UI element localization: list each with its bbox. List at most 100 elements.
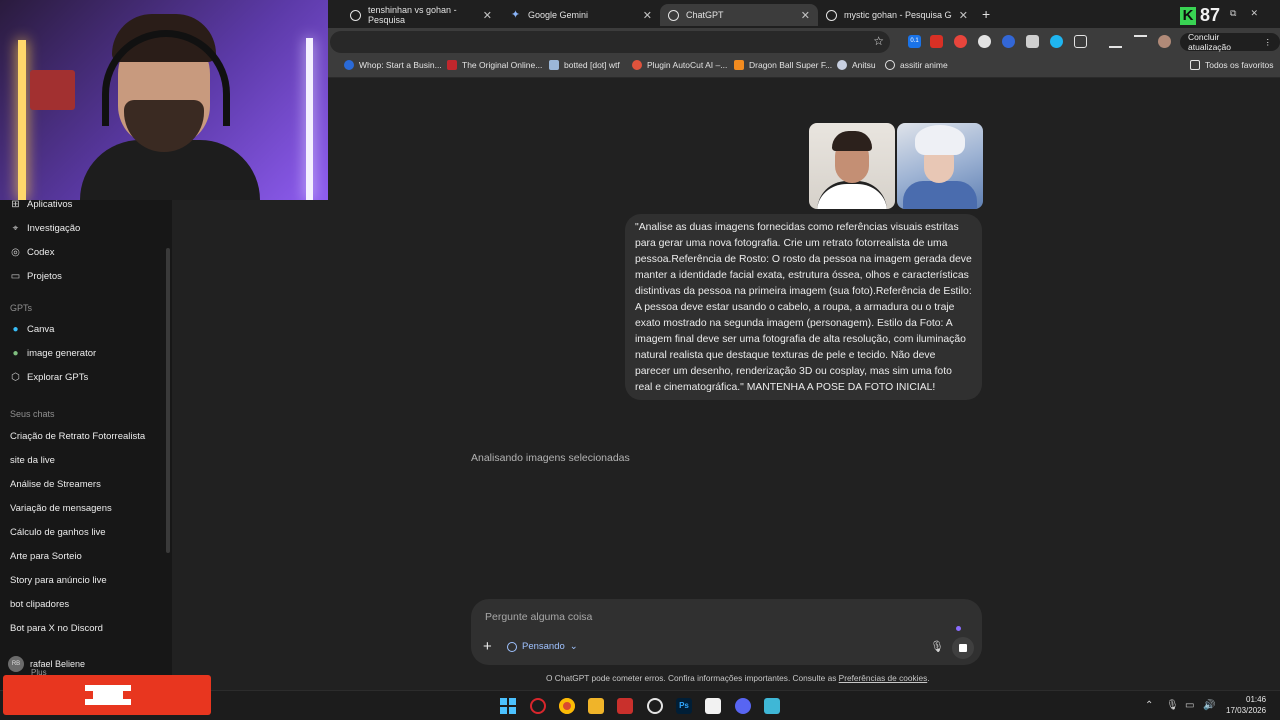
cube-icon: ⬡ <box>11 372 20 383</box>
add-attachment-button[interactable]: + <box>483 638 492 655</box>
bookmark-item[interactable]: Whop: Start a Busin... <box>344 60 442 70</box>
sidebar-item-aplicativos[interactable]: ⊞ Aplicativos <box>10 199 72 210</box>
chat-item[interactable]: Bot para X no Discord <box>10 623 103 634</box>
tab-mystic-gohan[interactable]: mystic gohan - Pesquisa Googl ✕ <box>818 4 976 26</box>
sidebar-item-canva[interactable]: ● Canva <box>10 324 54 335</box>
sidebar-item-projetos[interactable]: ▭ Projetos <box>10 271 62 282</box>
sidebar-item-label: Projetos <box>27 271 62 282</box>
chat-item[interactable]: Cálculo de ganhos live <box>10 527 106 538</box>
notepad-icon[interactable] <box>764 698 780 714</box>
clock-time: 01:46 <box>1246 695 1267 704</box>
stop-icon <box>959 644 967 652</box>
chat-item[interactable]: Criação de Retrato Fotorrealista <box>10 431 145 442</box>
bookmark-item[interactable]: Anitsu <box>837 60 876 70</box>
tab-tenshinhan[interactable]: tenshinhan vs gohan - Pesquisa ✕ <box>342 4 500 26</box>
chrome-icon[interactable] <box>559 698 575 714</box>
windows-start-icon[interactable] <box>500 698 516 714</box>
overlay-logo <box>85 685 131 705</box>
sidebar-item-label: Codex <box>27 247 55 258</box>
discord-icon[interactable] <box>735 698 751 714</box>
close-icon[interactable]: ✕ <box>643 9 652 22</box>
update-button[interactable]: Concluir atualização ⋮ <box>1180 32 1280 52</box>
mode-label: Pensando <box>522 641 565 652</box>
more-icon[interactable]: ⋮ <box>1264 37 1273 48</box>
puzzle-icon[interactable] <box>1074 35 1087 48</box>
extension-icon[interactable] <box>1026 35 1039 48</box>
sidebar-item-image-generator[interactable]: ● image generator <box>10 348 96 359</box>
folder-icon <box>1190 60 1200 70</box>
tab-chatgpt[interactable]: ChatGPT ✕ <box>660 4 818 26</box>
extension-icon[interactable] <box>1002 35 1015 48</box>
capcut-icon[interactable] <box>705 698 721 714</box>
all-favorites-button[interactable]: Todos os favoritos <box>1190 60 1274 70</box>
photoshop-icon[interactable]: Ps <box>676 698 692 714</box>
bookmark-item[interactable]: Dragon Ball Super F... <box>734 60 832 70</box>
sidebar-scrollbar[interactable] <box>166 248 170 553</box>
microphone-icon[interactable]: 🎙 <box>930 640 944 653</box>
close-icon[interactable]: ✕ <box>959 9 968 22</box>
media-control-icon[interactable] <box>1134 35 1147 48</box>
chat-item[interactable]: bot clipadores <box>10 599 69 610</box>
thinking-mode-selector[interactable]: Pensando ⌄ <box>507 641 578 652</box>
stop-button[interactable] <box>952 637 974 659</box>
extension-icon[interactable] <box>978 35 991 48</box>
download-icon[interactable] <box>1109 35 1122 48</box>
disclaimer-end: . <box>927 673 930 683</box>
led-light <box>18 40 26 200</box>
bookmark-label: assitir anime <box>900 60 948 70</box>
bookmark-item[interactable]: The Original Online... <box>447 60 542 70</box>
network-icon[interactable]: ▭ <box>1185 700 1194 711</box>
shirt-shape <box>817 181 887 209</box>
close-icon[interactable]: ✕ <box>483 9 492 22</box>
tab-label: tenshinhan vs gohan - Pesquisa <box>368 5 457 25</box>
bookmark-item[interactable]: botted [dot] wtf <box>549 60 620 70</box>
reference-image-character[interactable] <box>897 123 983 209</box>
bookmark-item[interactable]: Plugin AutoCut AI –... <box>632 60 727 70</box>
disclaimer-text: O ChatGPT pode cometer erros. Confira in… <box>546 673 839 683</box>
window-controls: ⧉ ✕ <box>1230 8 1258 19</box>
extension-icon[interactable] <box>954 35 967 48</box>
webcam-overlay <box>0 0 328 200</box>
sidebar-item-codex[interactable]: ◎ Codex <box>10 247 54 258</box>
bookmark-favicon <box>837 60 847 70</box>
sidebar-item-explorar-gpts[interactable]: ⬡ Explorar GPTs <box>10 372 88 383</box>
close-window-icon[interactable]: ✕ <box>1250 8 1258 19</box>
restore-icon[interactable]: ⧉ <box>1230 8 1236 19</box>
app-icon[interactable] <box>617 698 633 714</box>
system-clock[interactable]: 01:46 17/03/2026 <box>1226 694 1266 716</box>
volume-icon[interactable]: 🔊 <box>1203 700 1215 711</box>
opera-icon[interactable] <box>530 698 546 714</box>
prompt-input[interactable]: Pergunte alguma coisa <box>485 611 592 623</box>
profile-avatar[interactable] <box>1158 35 1171 48</box>
globe-icon <box>885 60 895 70</box>
app-icon[interactable] <box>647 698 663 714</box>
tray-expand-icon[interactable]: ⌃ <box>1145 700 1153 711</box>
tray-mic-icon[interactable]: 🎙 <box>1166 700 1179 711</box>
extension-icon[interactable] <box>930 35 943 48</box>
whop-icon <box>344 60 354 70</box>
sidebar-item-label: Investigação <box>27 223 81 234</box>
close-icon[interactable]: ✕ <box>801 9 810 22</box>
sidebar-item-label: Canva <box>27 324 55 335</box>
tab-gemini[interactable]: ✦ Google Gemini ✕ <box>502 4 660 26</box>
bookmark-star-icon[interactable]: ☆ <box>873 34 884 48</box>
reference-image-photo[interactable] <box>809 123 895 209</box>
extension-icon[interactable] <box>1050 35 1063 48</box>
address-bar[interactable]: ☆ <box>330 31 890 53</box>
status-dot <box>956 626 961 631</box>
sidebar-item-investigacao[interactable]: ⌖ Investigação <box>10 223 81 234</box>
google-icon <box>350 9 361 21</box>
chat-item[interactable]: Story para anúncio live <box>10 575 107 586</box>
new-tab-button[interactable]: + <box>982 6 990 22</box>
extension-icon[interactable]: 0.1 <box>908 35 921 48</box>
chat-item[interactable]: Análise de Streamers <box>10 479 101 490</box>
chat-item[interactable]: Variação de mensagens <box>10 503 112 514</box>
telescope-icon: ⌖ <box>12 223 19 234</box>
grid-icon: ⊞ <box>11 199 20 210</box>
bookmark-item[interactable]: assitir anime <box>885 60 948 70</box>
chat-item[interactable]: Arte para Sorteio <box>10 551 82 562</box>
cookie-preferences-link[interactable]: Preferências de cookies <box>839 673 928 683</box>
user-profile[interactable]: RB rafael Beliene Plus <box>8 656 85 677</box>
chat-item[interactable]: site da live <box>10 455 55 466</box>
file-explorer-icon[interactable] <box>588 698 604 714</box>
